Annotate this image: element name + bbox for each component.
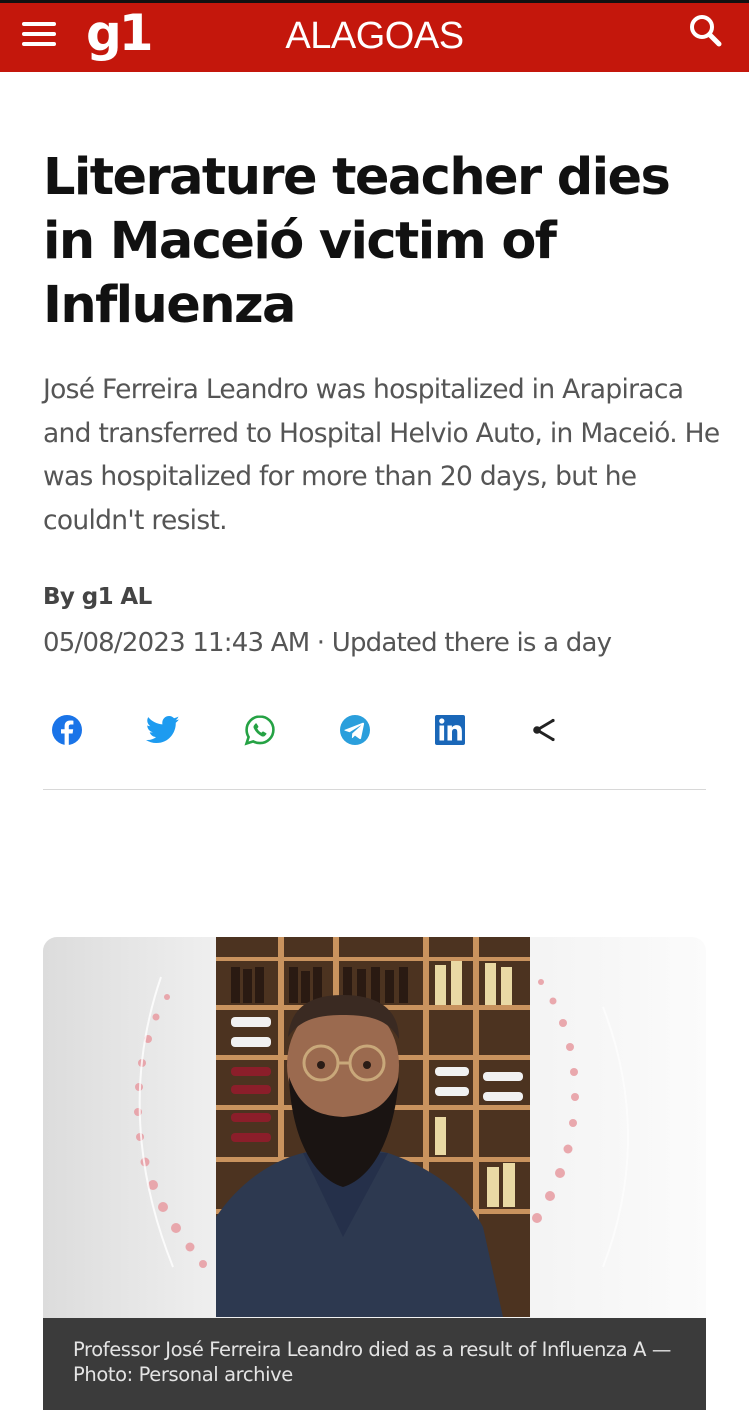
photo-caption: Professor José Ferreira Leandro died as … (43, 1318, 706, 1410)
share-telegram-button[interactable] (331, 706, 379, 754)
search-button[interactable] (686, 11, 726, 51)
share-bar (0, 700, 749, 760)
article-dateline: 05/08/2023 11:43 AM · Updated there is a… (43, 628, 612, 658)
article-subtitle: José Ferreira Leandro was hospitalized i… (43, 374, 720, 536)
linkedin-icon (435, 715, 465, 745)
hamburger-menu-icon (22, 22, 56, 26)
share-more-button[interactable] (521, 706, 569, 754)
site-header: g1 ALAGOAS (0, 0, 749, 72)
share-icon (533, 718, 555, 742)
telegram-icon (340, 715, 370, 745)
section-divider (43, 789, 706, 790)
g1-logo[interactable]: g1 (86, 5, 154, 65)
article-photo[interactable]: Professor José Ferreira Leandro died as … (43, 937, 706, 1410)
hamburger-menu-icon (22, 32, 56, 36)
search-icon (690, 15, 722, 47)
photo-image (134, 937, 629, 1317)
menu-button[interactable] (20, 19, 58, 55)
share-facebook-button[interactable] (43, 706, 91, 754)
share-twitter-button[interactable] (139, 706, 187, 754)
article-title: Literature teacher dies in Maceió victim… (43, 148, 671, 335)
hamburger-menu-icon (22, 42, 56, 46)
whatsapp-icon (244, 715, 275, 746)
share-whatsapp-button[interactable] (236, 706, 284, 754)
article-byline: By g1 AL (43, 584, 152, 610)
twitter-icon (146, 715, 180, 744)
share-linkedin-button[interactable] (426, 706, 474, 754)
facebook-icon (52, 715, 82, 745)
